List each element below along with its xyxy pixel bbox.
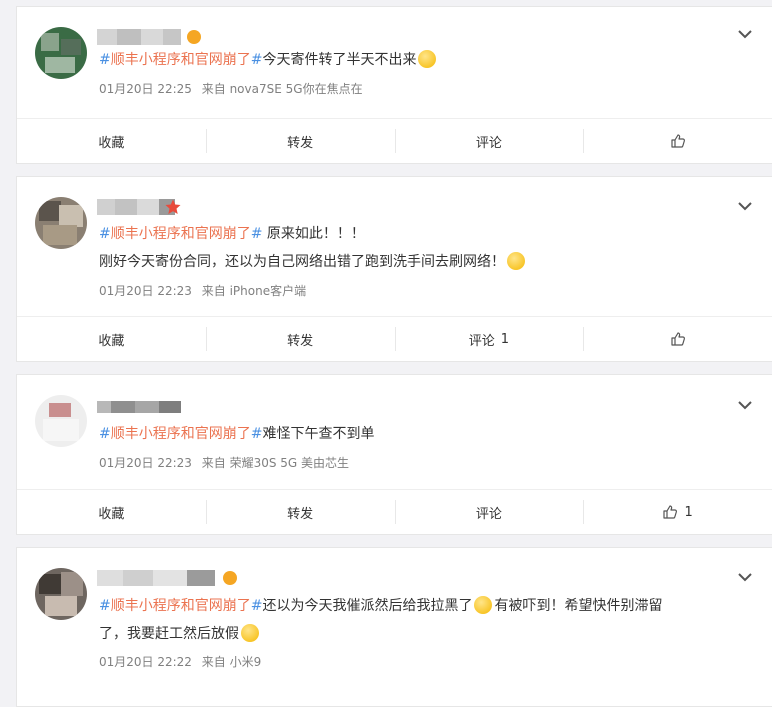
topic-link[interactable]: #顺丰小程序和官网崩了#	[99, 52, 262, 68]
favorite-button[interactable]: 收藏	[17, 317, 206, 361]
topic-link[interactable]: #顺丰小程序和官网崩了#	[99, 598, 262, 614]
laughing-crying-emoji-icon	[507, 252, 525, 270]
post-body-line2: 刚好今天寄份合同，还以为自己网络出错了跑到洗手间去刷网络！	[99, 254, 505, 270]
post-card: #顺丰小程序和官网崩了#还以为今天我催派然后给我拉黑了 有被吓到！希望快件别滞留 …	[16, 547, 772, 707]
thumbs-up-icon	[663, 505, 678, 519]
action-bar: 收藏 转发 评论 1	[17, 489, 772, 534]
post-card: #顺丰小程序和官网崩了#今天寄件转了半天不出来 01月20日 22:25 来自 …	[16, 6, 772, 164]
avatar[interactable]	[35, 395, 87, 447]
comment-button[interactable]: 评论	[394, 119, 584, 163]
post-text: #顺丰小程序和官网崩了#难怪下午查不到单	[99, 422, 732, 446]
post-body: 原来如此！！！	[262, 226, 365, 242]
repost-button[interactable]: 转发	[205, 119, 395, 163]
post-text: #顺丰小程序和官网崩了#今天寄件转了半天不出来	[99, 48, 732, 72]
topic-link[interactable]: #顺丰小程序和官网崩了#	[99, 226, 262, 242]
username-blurred[interactable]	[97, 401, 181, 417]
username-blurred[interactable]	[97, 29, 197, 45]
gold-medal-badge	[187, 30, 201, 44]
avatar[interactable]	[35, 27, 87, 79]
avatar[interactable]	[35, 197, 87, 249]
post-time[interactable]: 01月20日 22:23	[99, 284, 192, 298]
repost-button[interactable]: 转发	[205, 490, 395, 534]
action-bar: 收藏 转发 评论	[17, 118, 772, 163]
red-star-badge	[165, 199, 181, 214]
thumbs-up-icon	[671, 332, 685, 346]
post-source: 来自 iPhone客户端	[201, 284, 307, 298]
like-button[interactable]: 1	[583, 490, 772, 534]
awkward-smile-emoji-icon	[474, 596, 493, 614]
comment-button[interactable]: 评论 1	[394, 317, 584, 361]
post-text: #顺丰小程序和官网崩了#还以为今天我催派然后给我拉黑了 有被吓到！希望快件别滞留	[99, 594, 732, 618]
post-body: 还以为今天我催派然后给我拉黑了	[262, 598, 473, 614]
sleepy-face-emoji-icon	[418, 50, 437, 68]
post-text-line2: 刚好今天寄份合同，还以为自己网络出错了跑到洗手间去刷网络！	[99, 250, 732, 274]
post-meta: 01月20日 22:25 来自 nova7SE 5G你在焦点在	[99, 80, 369, 97]
post-body-line2: 了，我要赶工然后放假	[99, 626, 239, 642]
topic-link[interactable]: #顺丰小程序和官网崩了#	[99, 426, 262, 442]
username-blurred[interactable]	[97, 570, 227, 586]
gold-medal-badge	[223, 571, 237, 585]
post-meta: 01月20日 22:23 来自 iPhone客户端	[99, 282, 312, 299]
like-button[interactable]	[583, 119, 772, 163]
post-meta: 01月20日 22:23 来自 荣耀30S 5G 美由芯生	[99, 454, 355, 471]
post-text-line2: 了，我要赶工然后放假	[99, 622, 732, 646]
chevron-down-icon[interactable]	[736, 396, 754, 414]
post-source: 来自 小米9	[201, 655, 262, 669]
avatar[interactable]	[35, 568, 87, 620]
favorite-button[interactable]: 收藏	[17, 490, 206, 534]
like-button[interactable]	[583, 317, 772, 361]
weibo-feed: #顺丰小程序和官网崩了#今天寄件转了半天不出来 01月20日 22:25 来自 …	[0, 0, 772, 707]
chevron-down-icon[interactable]	[736, 25, 754, 43]
post-source: 来自 nova7SE 5G你在焦点在	[201, 82, 363, 96]
chevron-down-icon[interactable]	[736, 568, 754, 586]
post-time[interactable]: 01月20日 22:22	[99, 655, 192, 669]
post-body: 今天寄件转了半天不出来	[262, 52, 417, 68]
like-count: 1	[684, 504, 693, 520]
post-body-cont: 有被吓到！希望快件别滞留	[494, 598, 663, 614]
post-meta: 01月20日 22:22 来自 小米9	[99, 653, 267, 670]
post-card: #顺丰小程序和官网崩了#难怪下午查不到单 01月20日 22:23 来自 荣耀3…	[16, 374, 772, 535]
crying-face-emoji-icon	[241, 624, 259, 642]
thumbs-up-icon	[671, 134, 685, 148]
favorite-button[interactable]: 收藏	[17, 119, 206, 163]
post-text: #顺丰小程序和官网崩了# 原来如此！！！	[99, 222, 732, 246]
action-bar: 收藏 转发 评论 1	[17, 316, 772, 361]
post-time[interactable]: 01月20日 22:25	[99, 82, 192, 96]
post-body: 难怪下午查不到单	[262, 426, 375, 442]
chevron-down-icon[interactable]	[736, 197, 754, 215]
post-source: 来自 荣耀30S 5G 美由芯生	[201, 456, 350, 470]
repost-button[interactable]: 转发	[205, 317, 395, 361]
post-time[interactable]: 01月20日 22:23	[99, 456, 192, 470]
post-card: #顺丰小程序和官网崩了# 原来如此！！！ 刚好今天寄份合同，还以为自己网络出错了…	[16, 176, 772, 362]
comment-count: 1	[500, 331, 510, 347]
comment-button[interactable]: 评论	[394, 490, 584, 534]
